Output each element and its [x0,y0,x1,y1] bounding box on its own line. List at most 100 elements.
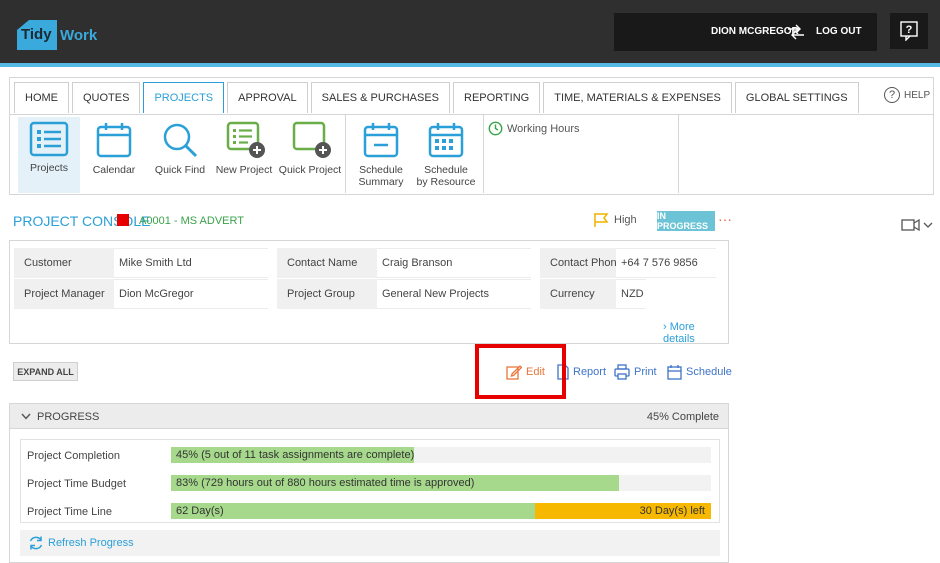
help-circle-icon: ? [884,87,900,103]
project-code: A0001 - MS ADVERT [139,215,244,227]
toolbar-quick-find[interactable]: Quick Find [149,117,211,193]
report-label: Report [573,366,607,378]
project-time-line-remaining-text: 30 Day(s) left [639,505,705,517]
tab-time-materials-expenses[interactable]: TIME, MATERIALS & EXPENSES [543,82,732,113]
logout-icon[interactable] [786,23,806,41]
project-manager-value: Dion McGregor [114,279,268,309]
print-button[interactable]: Print [614,364,657,380]
clock-icon [488,121,503,136]
toolbar-calendar-label: Calendar [92,164,136,176]
toolbar-schedule-by-resource[interactable]: Schedule by Resource [414,117,478,193]
project-color-swatch [117,214,129,226]
project-group-value: General New Projects [377,279,531,309]
project-group-label: Project Group [277,279,377,309]
tab-reporting[interactable]: REPORTING [453,82,541,113]
calendar-small-icon [667,365,682,380]
print-label: Print [634,366,657,378]
toolbar-divider [678,115,679,193]
help-icon: ? [900,21,918,41]
tab-approval[interactable]: APPROVAL [227,82,308,113]
edit-highlight-box [475,344,566,399]
toolbar-schedule-by-resource-label-2: by Resource [416,176,476,188]
schedule-summary-icon [363,123,399,158]
project-time-line-bar: 62 Day(s) 30 Day(s) left [171,503,711,519]
progress-body: Project Completion 45% (5 out of 11 task… [20,439,720,523]
customer-label: Customer [14,248,114,278]
topbar-accent-line [0,63,940,67]
contact-name-value: Craig Branson [377,248,531,278]
ribbon: HOME QUOTES PROJECTS APPROVAL SALES & PU… [9,77,934,195]
list-icon [29,121,69,157]
toolbar-divider [483,115,484,193]
toolbar-new-project[interactable]: New Project [213,117,275,193]
tab-home[interactable]: HOME [14,82,69,113]
project-time-line-fill [171,503,535,519]
video-icon[interactable] [901,218,935,232]
quick-project-icon [292,121,331,158]
more-options-icon[interactable]: ··· [718,211,732,227]
page-title: PROJECT CONSOLE [13,213,151,229]
progress-summary: 45% Complete [646,411,719,423]
logo-part-2: Work [60,27,98,44]
tidywork-logo[interactable]: Tidy Work [17,20,97,50]
toolbar-projects-label: Projects [30,162,68,174]
calendar-icon [96,123,132,158]
toolbar-quick-project-label: Quick Project [278,164,342,176]
toolbar-quick-find-label: Quick Find [154,164,206,176]
project-time-budget-text: 83% (729 hours out of 880 hours estimate… [176,477,475,489]
status-badge[interactable]: IN PROGRESS [657,211,715,231]
tab-projects[interactable]: PROJECTS [143,82,225,113]
toolbar-schedule-summary-label-1: Schedule [359,164,403,176]
refresh-icon [29,536,43,550]
schedule-button[interactable]: Schedule [667,364,732,380]
logo-part-1: Tidy [17,20,57,50]
tab-sales-purchases[interactable]: SALES & PURCHASES [310,82,451,113]
schedule-label: Schedule [686,366,732,378]
help-label: HELP [904,89,931,101]
more-details-link[interactable]: › More details [663,321,728,345]
progress-header[interactable]: PROGRESS 45% Complete [10,404,728,429]
project-info-panel: Customer Mike Smith Ltd Contact Name Cra… [9,240,729,345]
project-time-budget-label: Project Time Budget [27,478,127,490]
toolbar-new-project-label: New Project [215,164,273,176]
toolbar-projects[interactable]: Projects [18,117,80,193]
tab-quotes[interactable]: QUOTES [72,82,141,113]
priority-indicator[interactable]: High [593,212,637,228]
more-details-label: More details [663,321,695,345]
working-hours-link[interactable]: Working Hours [488,121,580,136]
refresh-progress-button[interactable]: Refresh Progress [20,530,720,556]
toolbar-schedule-by-resource-label-1: Schedule [424,164,468,176]
help-glyph: ? [906,24,913,36]
search-icon [163,123,198,158]
project-completion-bar: 45% (5 out of 11 task assignments are co… [171,447,711,463]
schedule-resource-icon [428,123,464,158]
chevron-down-icon [21,413,31,420]
chevron-right-icon: › [663,321,667,333]
priority-label: High [614,214,637,226]
project-time-line-text: 62 Day(s) [176,505,224,517]
contact-name-label: Contact Name [277,248,377,278]
tab-global-settings[interactable]: GLOBAL SETTINGS [734,82,859,113]
project-manager-label: Project Manager [14,279,114,309]
project-time-budget-bar: 83% (729 hours out of 880 hours estimate… [171,475,711,491]
toolbar-quick-project[interactable]: Quick Project [278,117,342,193]
user-box: DION MCGREGOR LOG OUT [614,13,877,51]
toolbar-divider [345,115,346,193]
toolbar-calendar[interactable]: Calendar [85,117,143,193]
progress-title: PROGRESS [37,411,100,423]
currency-value: NZD [616,279,646,309]
project-time-line-label: Project Time Line [27,506,112,518]
contact-phone-value: +64 7 576 9856 [616,248,716,278]
main-tabs: HOME QUOTES PROJECTS APPROVAL SALES & PU… [14,82,862,113]
help-link[interactable]: ? HELP [884,87,930,103]
expand-all-button[interactable]: EXPAND ALL [13,362,78,381]
toolbar: Projects Calendar Quick Find New Project… [10,114,933,194]
printer-icon [614,364,630,380]
new-project-icon [226,121,265,158]
working-hours-label: Working Hours [507,122,580,135]
toolbar-schedule-summary[interactable]: Schedule Summary [352,117,410,193]
flag-icon [594,213,609,227]
help-button[interactable]: ? [890,13,928,49]
logout-link[interactable]: LOG OUT [816,26,862,37]
refresh-progress-label: Refresh Progress [48,537,134,549]
